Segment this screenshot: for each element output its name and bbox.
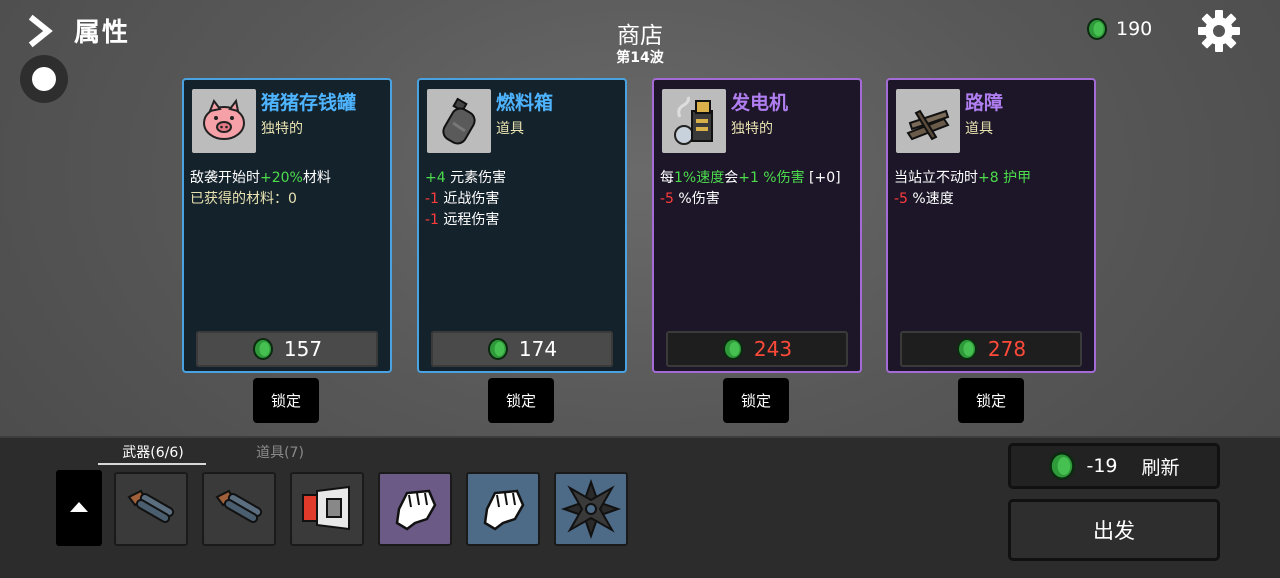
material-coin-icon [1087,18,1107,40]
shop-card-generator[interactable]: 发电机 独特的 每1%速度会+1 %伤害 [+0] -5 %伤害 243 [652,78,862,373]
item-description: +4 元素伤害 -1 近战伤害 -1 远程伤害 [425,168,621,231]
description-line: -1 近战伤害 [425,189,621,210]
item-name: 路障 [965,92,1004,114]
description-fragment: +8 护甲 [978,170,1032,186]
description-line: 敌袭开始时+20%材料 [190,168,386,189]
go-button[interactable]: 出发 [1008,499,1220,561]
lock-button[interactable]: 锁定 [958,378,1024,423]
description-line: -1 远程伤害 [425,210,621,231]
item-description: 当站立不动时+8 护甲 -5 %速度 [894,168,1090,210]
buy-button[interactable]: 174 [431,331,613,367]
description-line: -5 %速度 [894,189,1090,210]
double-barrel-shotgun-icon [215,489,263,523]
megaphone-turret-icon [302,485,350,531]
piggy-bank-icon [203,98,245,140]
tab-items[interactable]: 道具(7) [240,442,320,462]
description-fragment: 敌袭开始时 [190,170,260,186]
shop-card-barricade[interactable]: 路障 道具 当站立不动时+8 护甲 -5 %速度 278 [886,78,1096,373]
description-fragment: 会 [724,170,739,186]
description-fragment: 材料 [302,170,331,186]
lock-button[interactable]: 锁定 [253,378,319,423]
item-description: 敌袭开始时+20%材料 已获得的材料：0 [190,168,386,210]
gear-icon[interactable] [1196,8,1242,54]
item-type: 道具 [965,121,993,137]
description-fragment: 每 [660,170,674,186]
description-line: +4 元素伤害 [425,168,621,189]
description-fragment: +1 %伤害 [738,170,805,186]
description-fragment: 已获得的材料：0 [190,191,297,207]
barricade-icon [906,109,950,141]
item-type: 道具 [496,121,524,137]
lock-button[interactable]: 锁定 [488,378,554,423]
generator-icon [674,96,713,145]
reroll-cost: -19 [1086,455,1118,477]
description-line: 已获得的材料：0 [190,189,386,210]
item-thumbnail [896,89,960,153]
weapon-slot[interactable] [466,472,540,546]
fuel-tank-icon [442,97,476,145]
description-fragment: [+0] [804,170,841,186]
buy-button[interactable]: 157 [196,331,378,367]
material-coin-icon [252,338,273,360]
description-fragment: %速度 [907,191,954,207]
shop-card-piggy-bank[interactable]: 猪猪存钱罐 独特的 敌袭开始时+20%材料 已获得的材料：0 157 [182,78,392,373]
description-fragment: -1 [425,212,439,228]
description-line: -5 %伤害 [660,189,856,210]
description-fragment: -1 [425,191,439,207]
buy-button[interactable]: 278 [900,331,1082,367]
description-line: 当站立不动时+8 护甲 [894,168,1090,189]
description-fragment: 远程伤害 [438,212,500,228]
material-coin-icon [722,338,743,360]
material-coin-icon [956,338,977,360]
material-coin-icon [487,338,508,360]
weapon-slot[interactable] [554,472,628,546]
active-tab-underline [98,463,206,465]
item-thumbnail [662,89,726,153]
item-thumbnail [427,89,491,153]
item-price: 174 [518,337,558,361]
weapon-slot[interactable] [290,472,364,546]
item-description: 每1%速度会+1 %伤害 [+0] -5 %伤害 [660,168,856,210]
record-dot-icon [32,67,56,91]
wave-label: 第14波 [616,50,664,66]
description-fragment: 1%速度 [674,170,725,186]
lock-button[interactable]: 锁定 [723,378,789,423]
item-type: 独特的 [731,121,773,137]
collapse-button[interactable] [56,470,102,546]
shop-card-fuel-tank[interactable]: 燃料箱 道具 +4 元素伤害 -1 近战伤害 -1 远程伤害 174 [417,78,627,373]
fist-icon [395,489,437,531]
arrow-up-icon [70,502,88,512]
material-coin-icon [1049,452,1076,480]
double-barrel-shotgun-icon [127,489,175,523]
fist-icon [483,489,525,531]
item-thumbnail [192,89,256,153]
description-fragment: -5 [894,191,908,207]
description-fragment: 当站立不动时 [894,170,978,186]
tab-weapons[interactable]: 武器(6/6) [100,442,206,462]
material-amount: 190 [1116,18,1153,40]
description-line: 每1%速度会+1 %伤害 [+0] [660,168,856,189]
material-counter: 190 [1086,18,1152,40]
description-fragment: -5 [660,191,674,207]
item-price: 243 [753,337,793,361]
description-fragment: +4 [425,170,446,186]
weapon-slot[interactable] [378,472,452,546]
description-fragment: 元素伤害 [445,170,507,186]
description-fragment: +20% [260,170,303,186]
reroll-label: 刷新 [1141,456,1180,479]
shuriken-icon [560,478,622,540]
item-type: 独特的 [261,121,303,137]
item-name: 发电机 [731,92,789,114]
item-name: 猪猪存钱罐 [261,92,357,114]
description-fragment: %伤害 [673,191,720,207]
item-price: 157 [283,337,323,361]
description-fragment: 近战伤害 [438,191,500,207]
item-price: 278 [987,337,1027,361]
item-name: 燃料箱 [496,92,554,114]
weapon-slot[interactable] [202,472,276,546]
reroll-button[interactable]: -19 刷新 [1008,443,1220,489]
buy-button[interactable]: 243 [666,331,848,367]
weapon-slot[interactable] [114,472,188,546]
